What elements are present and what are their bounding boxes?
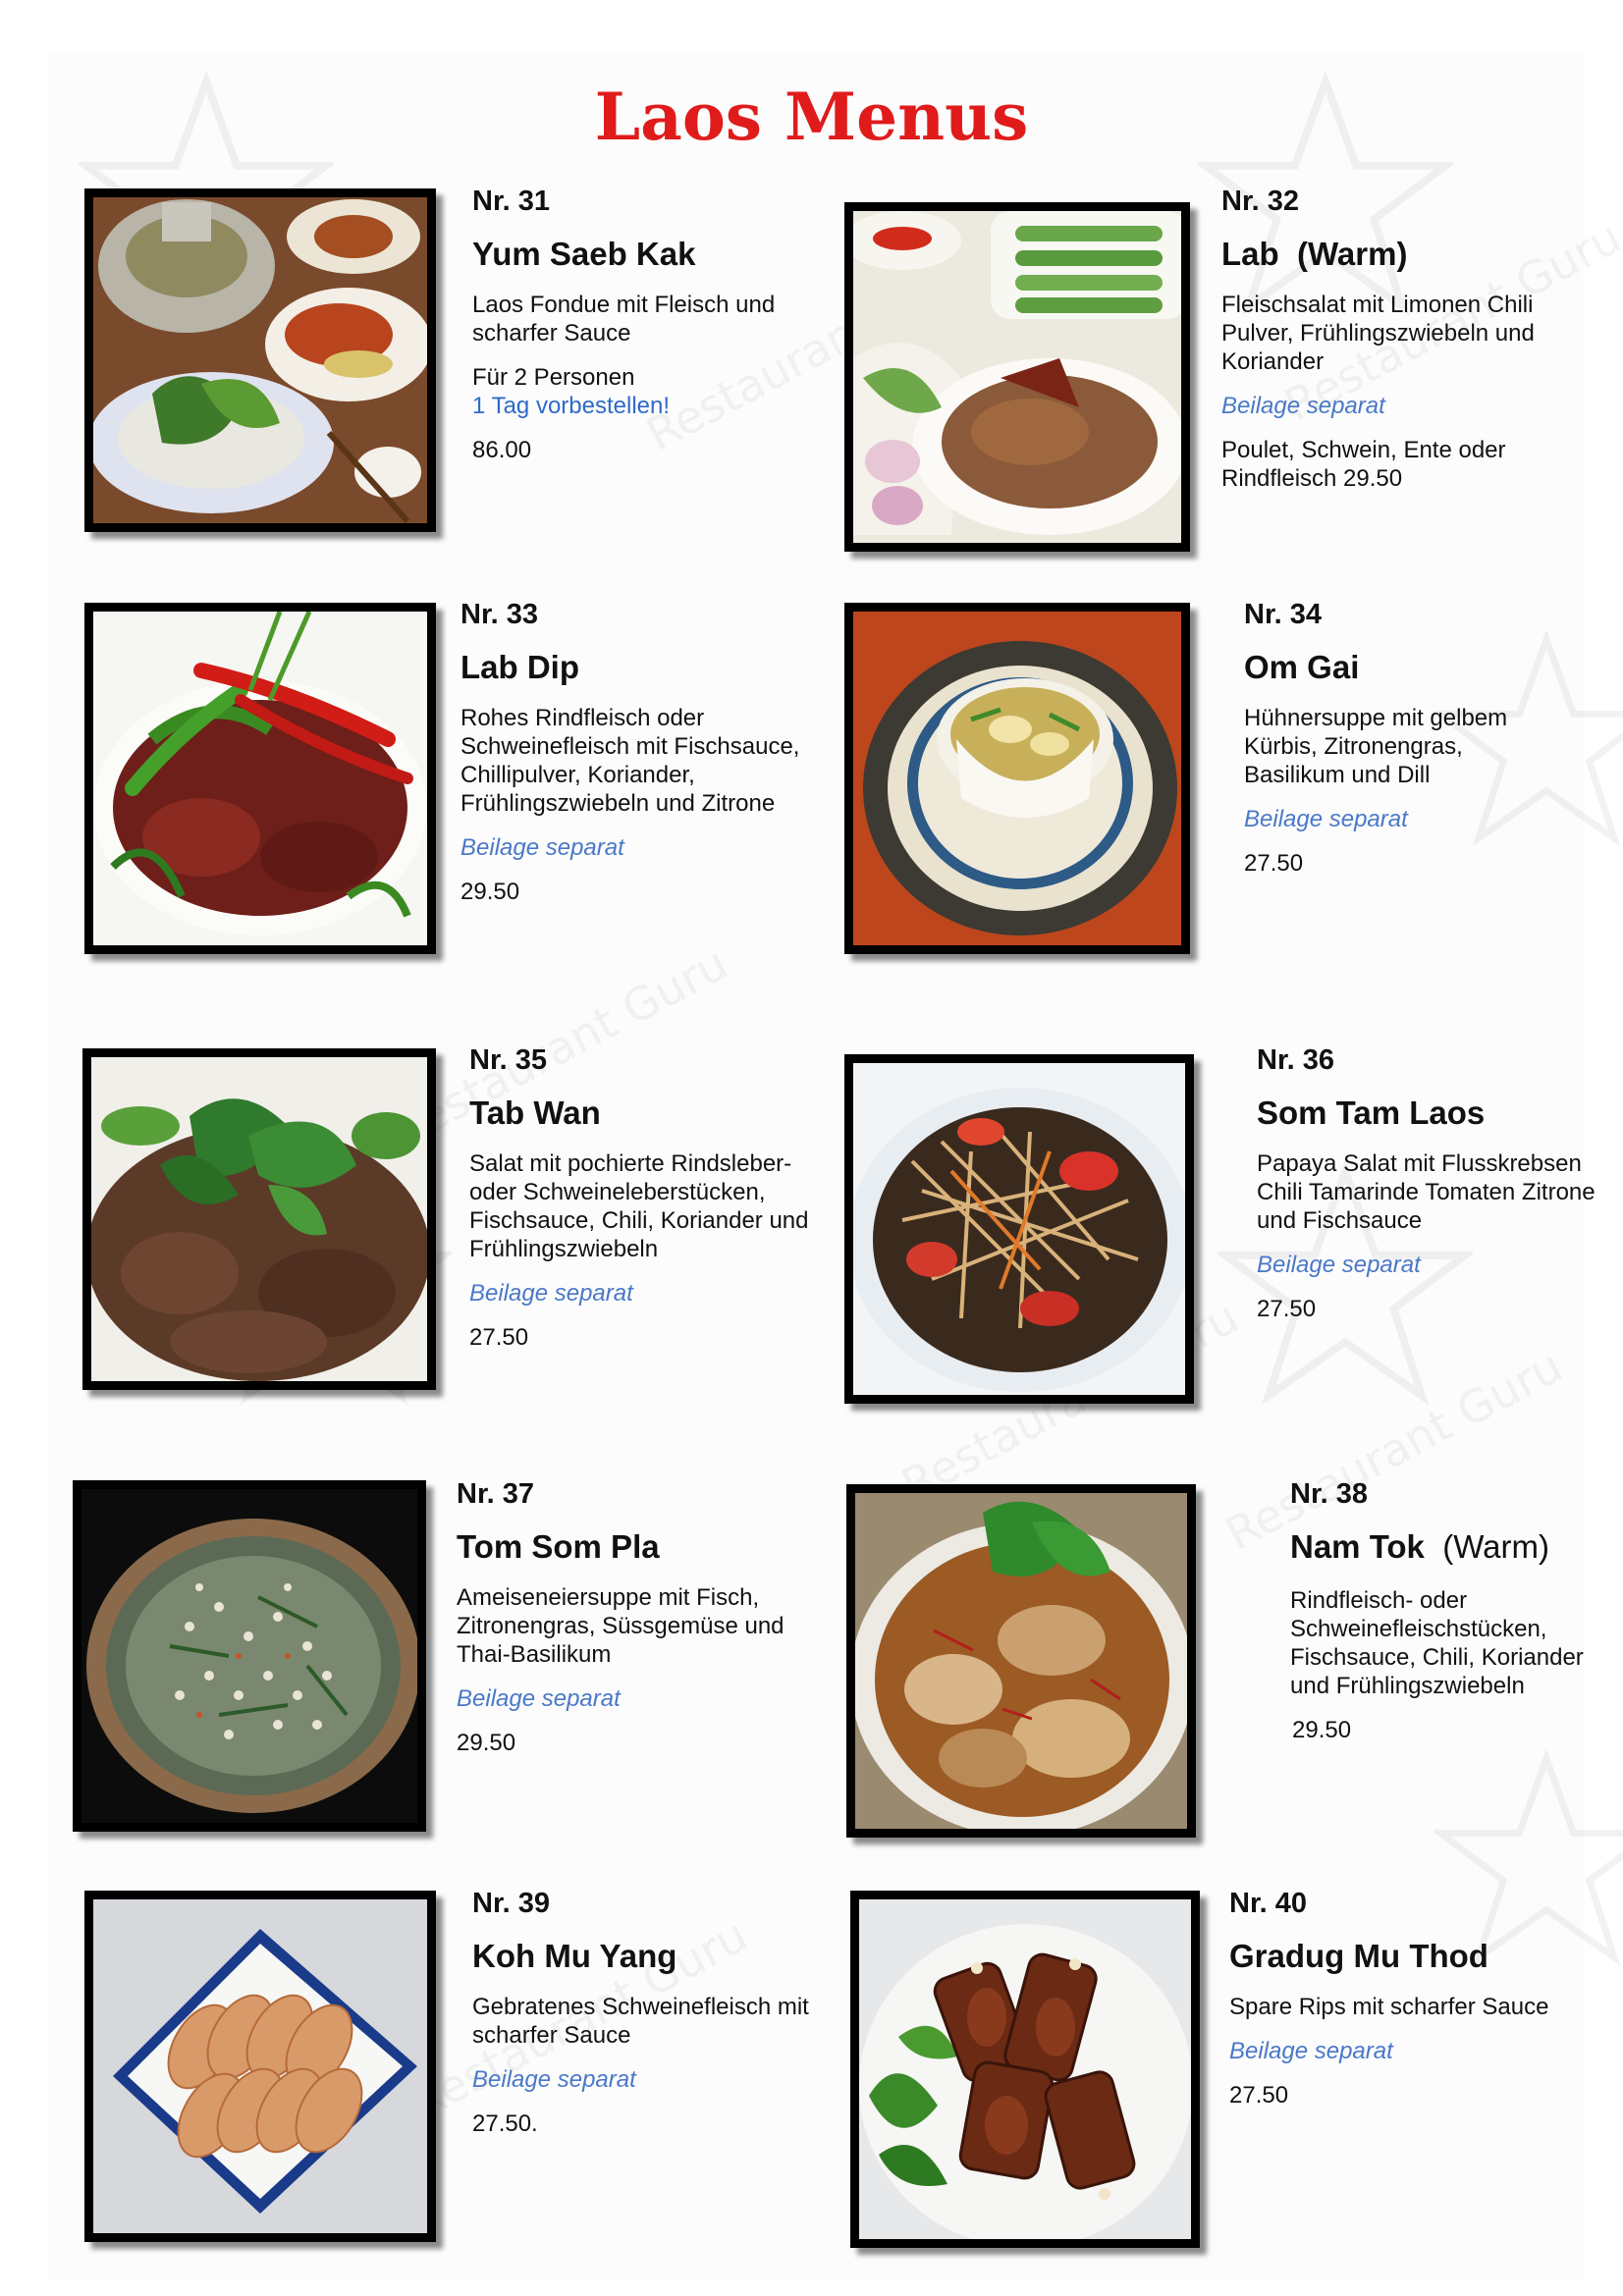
menu-item-40: Nr. 40 Gradug Mu Thod Spare Rips mit sch… — [1229, 1887, 1602, 2109]
menu-item-34: Nr. 34 Om Gai Hühnersuppe mit gelbem Kür… — [1244, 598, 1558, 878]
menu-item-35: Nr. 35 Tab Wan Salat mit pochierte Rinds… — [469, 1043, 842, 1352]
item-name: Som Tam Laos — [1257, 1095, 1486, 1131]
item-number: Nr. 34 — [1244, 599, 1322, 630]
item-description: Laos Fondue mit Fleisch und scharfer Sau… — [472, 292, 776, 347]
item-number: Nr. 35 — [469, 1044, 547, 1076]
item-name: Nam Tok — [1290, 1528, 1425, 1565]
item-side-dish-note: Beilage separat — [457, 1685, 621, 1712]
item-name: Gradug Mu Thod — [1229, 1938, 1488, 1974]
item-number: Nr. 33 — [460, 599, 538, 630]
item-price: 27.50 — [469, 1324, 529, 1351]
item-price: Rindfleisch 29.50 — [1221, 465, 1403, 492]
dish-photo-gradug-mu-thod — [850, 1891, 1200, 2248]
menu-item-38: Nr. 38 Nam Tok (Warm) Rindfleisch- oder … — [1290, 1477, 1585, 1744]
item-side-dish-note: Beilage separat — [460, 834, 624, 861]
item-name: Lab Dip — [460, 649, 579, 685]
menu-item-32: Nr. 32 Lab (Warm) Fleischsalat mit Limon… — [1221, 185, 1575, 493]
item-side-dish-note: Beilage separat — [1257, 1252, 1421, 1278]
item-name: Tab Wan — [469, 1095, 601, 1131]
menu-item-36: Nr. 36 Som Tam Laos Papaya Salat mit Flu… — [1257, 1043, 1610, 1323]
item-number: Nr. 38 — [1290, 1478, 1368, 1510]
item-number: Nr. 32 — [1221, 186, 1299, 217]
item-description: Rohes Rindfleisch oder Schweinefleisch m… — [460, 705, 800, 817]
item-number: Nr. 40 — [1229, 1888, 1307, 1919]
item-description: Ameiseneiersuppe mit Fisch, Zitronengras… — [457, 1584, 784, 1668]
dish-photo-lab-dip — [84, 603, 436, 954]
item-description: Gebratenes Schweinefleisch mit scharfer … — [472, 1994, 809, 2049]
dish-photo-lab — [844, 202, 1190, 552]
item-side-dish-note: Beilage separat — [1229, 2038, 1393, 2064]
item-number: Nr. 31 — [472, 186, 550, 217]
item-description: Fleischsalat mit Limonen Chili Pulver, F… — [1221, 292, 1535, 375]
item-description: Salat mit pochierte Rindsleber- oder Sch… — [469, 1150, 809, 1262]
item-price: 27.50. — [472, 2110, 538, 2137]
dish-photo-nam-tok — [846, 1484, 1196, 1838]
dish-photo-tab-wan — [82, 1048, 436, 1390]
item-side-dish-note: Beilage separat — [472, 2066, 636, 2093]
item-meat-options: Poulet, Schwein, Ente oder — [1221, 437, 1506, 463]
item-persons: Für 2 Personen — [472, 364, 635, 391]
item-price: 86.00 — [472, 437, 532, 463]
menu-item-31: Nr. 31 Yum Saeb Kak Laos Fondue mit Flei… — [472, 185, 826, 464]
dish-photo-tom-som-pla — [73, 1480, 426, 1832]
item-price: 29.50 — [460, 879, 520, 905]
item-name-suffix: (Warm) — [1442, 1528, 1549, 1565]
item-side-dish-note: Beilage separat — [1221, 393, 1385, 419]
menu-item-39: Nr. 39 Koh Mu Yang Gebratenes Schweinefl… — [472, 1887, 845, 2138]
page-title: Laos Menus — [594, 79, 1029, 155]
item-number: Nr. 36 — [1257, 1044, 1334, 1076]
menu-item-37: Nr. 37 Tom Som Pla Ameiseneiersuppe mit … — [457, 1477, 830, 1757]
item-price: 29.50 — [1292, 1717, 1352, 1743]
item-description: Spare Rips mit scharfer Sauce — [1229, 1994, 1549, 2020]
item-description: Papaya Salat mit Flusskrebsen Chili Tama… — [1257, 1150, 1596, 1234]
dish-photo-koh-mu-yang — [84, 1891, 436, 2242]
item-price: 27.50 — [1257, 1296, 1317, 1322]
item-name: Lab (Warm) — [1221, 236, 1408, 272]
item-name: Yum Saeb Kak — [472, 236, 696, 272]
item-description: Rindfleisch- oder Schweinefleischstücken… — [1290, 1587, 1584, 1699]
dish-photo-som-tam-laos — [844, 1054, 1194, 1404]
menu-item-33: Nr. 33 Lab Dip Rohes Rindfleisch oder Sc… — [460, 598, 834, 906]
item-number: Nr. 39 — [472, 1888, 550, 1919]
item-name-row: Nam Tok (Warm) — [1290, 1527, 1585, 1567]
item-number: Nr. 37 — [457, 1478, 534, 1510]
item-price: 29.50 — [457, 1730, 516, 1756]
item-name: Koh Mu Yang — [472, 1938, 677, 1974]
dish-photo-yum-saeb-kak — [84, 188, 436, 532]
item-side-dish-note: Beilage separat — [1244, 806, 1408, 832]
item-preorder-note: 1 Tag vorbestellen! — [472, 393, 671, 419]
item-side-dish-note: Beilage separat — [469, 1280, 633, 1307]
item-name: Tom Som Pla — [457, 1528, 660, 1565]
item-price: 27.50 — [1229, 2082, 1289, 2109]
item-price: 27.50 — [1244, 850, 1304, 877]
item-name: Om Gai — [1244, 649, 1360, 685]
dish-photo-om-gai — [844, 603, 1190, 954]
item-description: Hühnersuppe mit gelbem Kürbis, Zitroneng… — [1244, 705, 1508, 788]
